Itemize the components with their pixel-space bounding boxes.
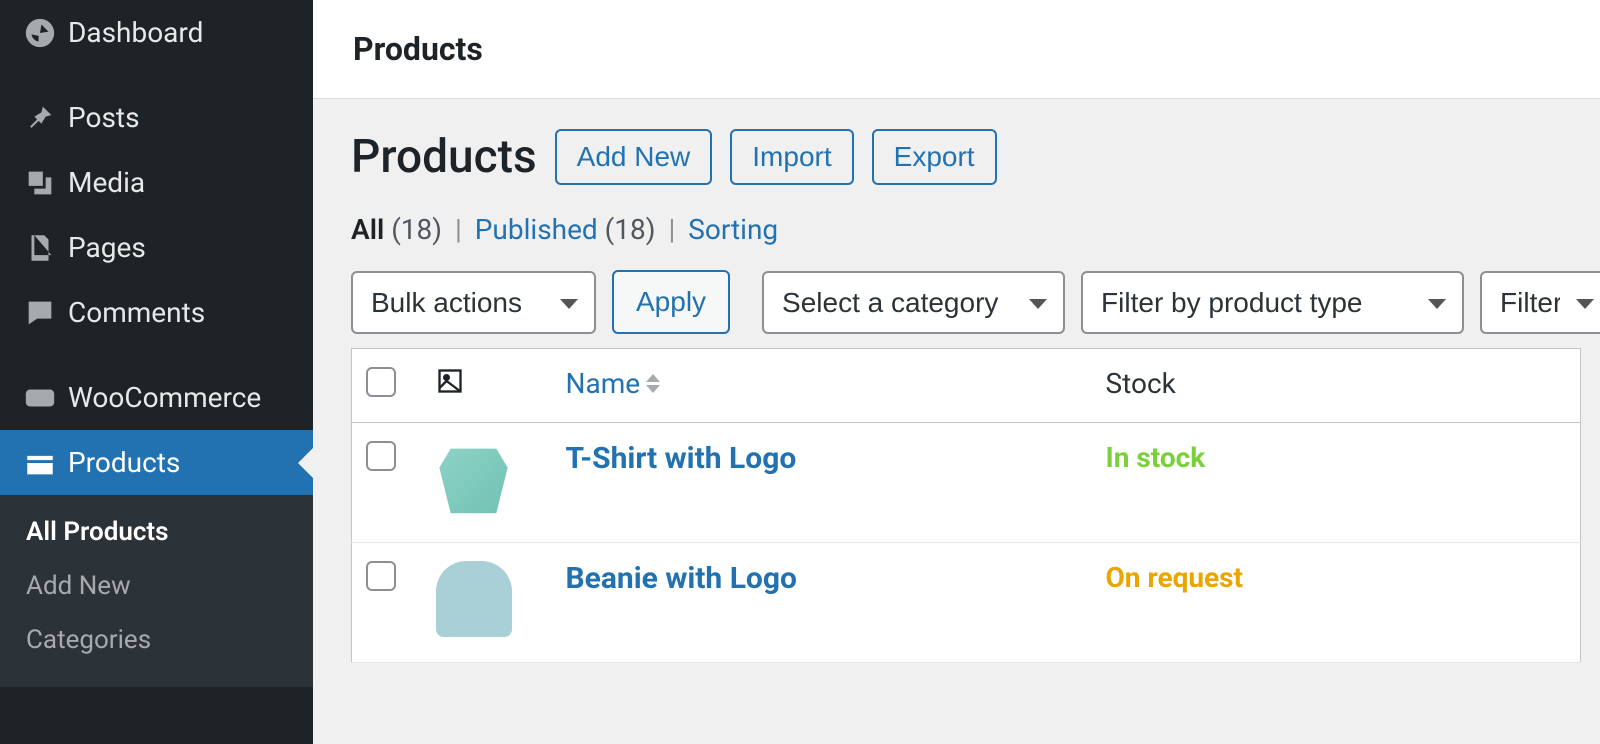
- product-thumbnail[interactable]: [436, 441, 512, 517]
- col-name-label: Name: [566, 367, 641, 400]
- table-row: T-Shirt with Logo In stock: [352, 423, 1581, 543]
- published-count: (18): [605, 213, 656, 246]
- submenu-add-new[interactable]: Add New: [0, 559, 313, 613]
- woocommerce-icon: [20, 381, 60, 415]
- page-header: Products Add New Import Export: [351, 129, 1600, 185]
- stock-status: On request: [1106, 561, 1244, 594]
- export-button[interactable]: Export: [872, 129, 997, 185]
- main: Products Add New Import Export All (18) …: [313, 99, 1600, 663]
- product-thumbnail[interactable]: [436, 561, 512, 637]
- sidebar-item-media[interactable]: Media: [0, 150, 313, 215]
- filter-all[interactable]: All: [351, 213, 384, 246]
- row-checkbox[interactable]: [366, 441, 396, 471]
- stock-select[interactable]: Filter b: [1480, 271, 1600, 334]
- col-stock[interactable]: Stock: [1092, 349, 1581, 423]
- import-button[interactable]: Import: [730, 129, 853, 185]
- all-count: (18): [391, 213, 442, 246]
- row-checkbox[interactable]: [366, 561, 396, 591]
- media-icon: [20, 166, 60, 200]
- col-name[interactable]: Name: [552, 349, 1092, 423]
- content-area: Products Products Add New Import Export …: [313, 0, 1600, 744]
- sidebar-item-products[interactable]: Products: [0, 430, 313, 495]
- sidebar-item-label: Pages: [68, 231, 146, 264]
- admin-sidebar: Dashboard Posts Media Pages Comments Woo…: [0, 0, 313, 744]
- select-all-checkbox[interactable]: [366, 367, 396, 397]
- filter-sorting[interactable]: Sorting: [688, 213, 778, 246]
- status-filter-links: All (18) | Published (18) | Sorting: [351, 213, 1600, 246]
- add-new-button[interactable]: Add New: [555, 129, 713, 185]
- sidebar-item-label: Dashboard: [68, 16, 203, 49]
- image-icon: [436, 367, 464, 402]
- sidebar-item-pages[interactable]: Pages: [0, 215, 313, 280]
- product-name-link[interactable]: T-Shirt with Logo: [566, 441, 797, 476]
- sidebar-item-label: Posts: [68, 101, 140, 134]
- sort-icon: [646, 374, 660, 393]
- sidebar-item-label: Products: [68, 446, 180, 479]
- topbar: Products: [313, 0, 1600, 99]
- page-title: Products: [351, 130, 537, 184]
- products-submenu: All Products Add New Categories: [0, 495, 313, 687]
- dashboard-icon: [20, 16, 60, 50]
- sidebar-item-label: Media: [68, 166, 145, 199]
- separator: |: [455, 213, 462, 246]
- sidebar-item-comments[interactable]: Comments: [0, 280, 313, 345]
- product-type-select[interactable]: Filter by product type: [1081, 271, 1464, 334]
- comments-icon: [20, 296, 60, 330]
- apply-button[interactable]: Apply: [612, 270, 730, 334]
- pin-icon: [20, 101, 60, 135]
- col-thumbnail: [422, 349, 552, 423]
- products-table: Name Stock T-Shirt with Logo In stock: [351, 348, 1581, 663]
- sidebar-item-posts[interactable]: Posts: [0, 85, 313, 150]
- sidebar-item-label: Comments: [68, 296, 205, 329]
- filter-published[interactable]: Published: [475, 213, 598, 246]
- product-name-link[interactable]: Beanie with Logo: [566, 561, 797, 596]
- products-icon: [20, 446, 60, 480]
- bulk-actions-select[interactable]: Bulk actions: [351, 271, 596, 334]
- sidebar-item-woocommerce[interactable]: WooCommerce: [0, 365, 313, 430]
- sidebar-item-dashboard[interactable]: Dashboard: [0, 0, 313, 65]
- filter-bar: Bulk actions Apply Select a category Fil…: [351, 270, 1600, 334]
- submenu-categories[interactable]: Categories: [0, 613, 313, 667]
- submenu-all-products[interactable]: All Products: [0, 505, 313, 559]
- stock-status: In stock: [1106, 441, 1206, 474]
- sidebar-item-label: WooCommerce: [68, 381, 261, 414]
- table-row: Beanie with Logo On request: [352, 543, 1581, 663]
- separator: |: [668, 213, 675, 246]
- topbar-title: Products: [353, 30, 1560, 68]
- category-select[interactable]: Select a category: [762, 271, 1065, 334]
- col-checkbox: [352, 349, 422, 423]
- pages-icon: [20, 231, 60, 265]
